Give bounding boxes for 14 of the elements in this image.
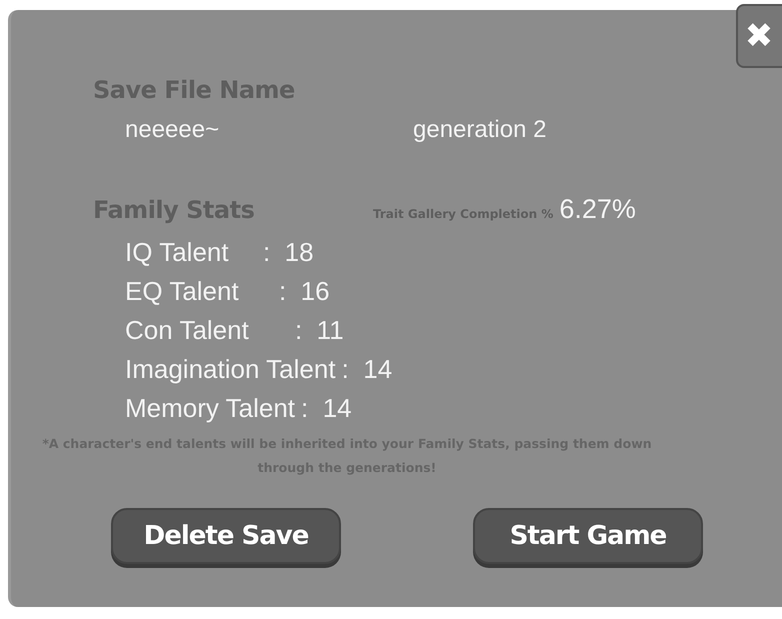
stat-value: : 14 xyxy=(342,354,392,385)
save-name: neeeee~ xyxy=(125,116,220,144)
completion-value: 6.27% xyxy=(559,194,636,225)
generation-label: generation 2 xyxy=(413,116,546,144)
stat-label: Con Talent xyxy=(125,315,250,346)
stat-value: : 11 xyxy=(295,315,344,346)
stat-value: : 18 xyxy=(263,237,314,268)
stat-label: Imagination Talent xyxy=(125,354,336,385)
stat-value: : 14 xyxy=(301,393,352,424)
close-button[interactable]: ✖ xyxy=(736,4,782,68)
stat-value: : 16 xyxy=(279,276,330,307)
stat-label: IQ Talent xyxy=(125,237,230,268)
stat-label: Memory Talent xyxy=(125,393,296,424)
stat-label: EQ Talent xyxy=(125,276,240,307)
